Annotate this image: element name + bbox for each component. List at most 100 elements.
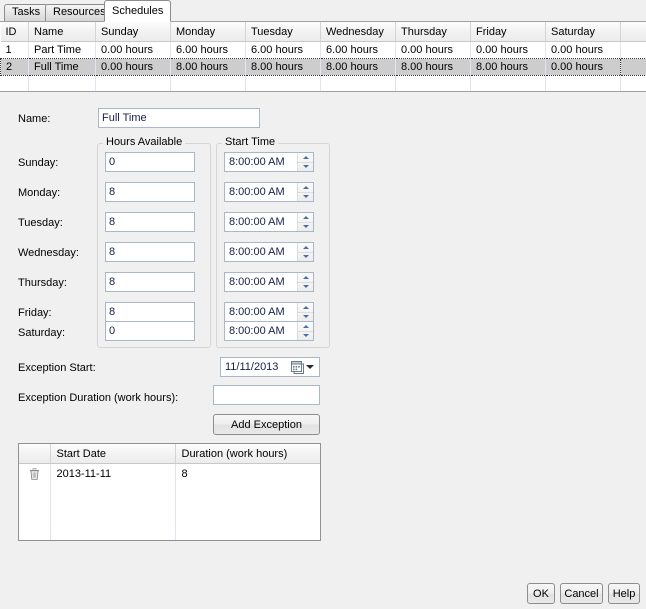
- cell-empty: [320, 75, 396, 91]
- spinner-buttons: [297, 213, 313, 231]
- start-time-spinner-saturday[interactable]: 8:00:00 AM: [224, 321, 314, 341]
- table-row-empty[interactable]: [0, 75, 646, 92]
- spinner-down-icon[interactable]: [298, 223, 313, 232]
- start-time-value-friday: 8:00:00 AM: [229, 306, 285, 318]
- table-row-empty[interactable]: [19, 504, 320, 524]
- cell-empty: [19, 504, 51, 524]
- column-header-saturday[interactable]: Saturday: [545, 22, 621, 42]
- cell-filler: [620, 58, 646, 76]
- start-time-spinner-wednesday[interactable]: 8:00:00 AM: [224, 242, 314, 262]
- cell-empty: [170, 75, 246, 91]
- column-header-sunday[interactable]: Sunday: [95, 22, 171, 42]
- chevron-down-icon[interactable]: [306, 365, 314, 369]
- hours-input-saturday[interactable]: [105, 321, 195, 341]
- spinner-buttons: [297, 303, 313, 321]
- spinner-up-icon[interactable]: [298, 273, 313, 283]
- spinner-down-icon[interactable]: [298, 193, 313, 202]
- spinner-up-icon[interactable]: [298, 303, 313, 313]
- exception-start-datepicker[interactable]: 11/11/2013: [220, 357, 320, 377]
- cell-empty: [545, 75, 621, 91]
- cancel-button[interactable]: Cancel: [560, 583, 603, 604]
- start-time-spinner-sunday[interactable]: 8:00:00 AM: [224, 152, 314, 172]
- tab-schedules-label: Schedules: [112, 5, 164, 17]
- cell-tuesday: 6.00 hours: [245, 41, 321, 59]
- column-header-monday[interactable]: Monday: [170, 22, 246, 42]
- start-time-value-thursday: 8:00:00 AM: [229, 276, 285, 288]
- table-row-empty[interactable]: [19, 524, 320, 540]
- schedules-header-row: ID Name Sunday Monday Tuesday Wednesday …: [0, 22, 646, 42]
- cell-saturday: 0.00 hours: [545, 58, 621, 76]
- ok-button[interactable]: OK: [527, 583, 555, 604]
- column-header-id[interactable]: ID: [0, 22, 29, 42]
- table-row-empty[interactable]: [19, 484, 320, 504]
- spinner-up-icon[interactable]: [298, 243, 313, 253]
- start-time-spinner-thursday[interactable]: 8:00:00 AM: [224, 272, 314, 292]
- cell-name: Full Time: [28, 58, 96, 76]
- cell-empty: [245, 75, 321, 91]
- cell-sunday: 0.00 hours: [95, 41, 171, 59]
- cell-wednesday: 6.00 hours: [320, 41, 396, 59]
- spinner-up-icon[interactable]: [298, 153, 313, 163]
- cell-empty: [95, 75, 171, 91]
- cell-friday: 8.00 hours: [470, 58, 546, 76]
- exceptions-list[interactable]: Start Date Duration (work hours) 2013-11…: [18, 443, 321, 541]
- spinner-down-icon[interactable]: [298, 163, 313, 172]
- spinner-up-icon[interactable]: [298, 213, 313, 223]
- column-header-duration[interactable]: Duration (work hours): [175, 444, 320, 464]
- table-row[interactable]: 2013-11-11 8: [19, 463, 320, 484]
- start-time-value-wednesday: 8:00:00 AM: [229, 246, 285, 258]
- hours-input-friday[interactable]: [105, 302, 195, 322]
- column-header-wednesday[interactable]: Wednesday: [320, 22, 396, 42]
- cell-empty: [50, 524, 176, 540]
- spinner-down-icon[interactable]: [298, 313, 313, 322]
- column-header-tuesday[interactable]: Tuesday: [245, 22, 321, 42]
- table-row[interactable]: 2 Full Time 0.00 hours 8.00 hours 8.00 h…: [0, 58, 646, 76]
- column-header-thursday[interactable]: Thursday: [395, 22, 471, 42]
- spinner-up-icon[interactable]: [298, 183, 313, 193]
- schedules-table: ID Name Sunday Monday Tuesday Wednesday …: [0, 22, 646, 92]
- cell-empty: [28, 75, 96, 91]
- exception-start-value: 11/11/2013: [225, 361, 279, 373]
- cell-friday: 0.00 hours: [470, 41, 546, 59]
- exception-duration-input[interactable]: [213, 385, 320, 405]
- spinner-down-icon[interactable]: [298, 253, 313, 262]
- tab-tasks[interactable]: Tasks: [4, 4, 49, 21]
- cell-empty: [175, 484, 320, 504]
- start-time-spinner-monday[interactable]: 8:00:00 AM: [224, 182, 314, 202]
- table-row[interactable]: 1 Part Time 0.00 hours 6.00 hours 6.00 h…: [0, 41, 646, 59]
- column-header-start-date[interactable]: Start Date: [50, 444, 176, 464]
- calendar-icon: [291, 360, 304, 374]
- trash-icon[interactable]: [29, 468, 40, 480]
- hours-input-monday[interactable]: [105, 182, 195, 202]
- delete-exception-cell[interactable]: [19, 463, 51, 484]
- start-time-value-tuesday: 8:00:00 AM: [229, 216, 285, 228]
- start-time-spinner-friday[interactable]: 8:00:00 AM: [224, 302, 314, 322]
- column-header-friday[interactable]: Friday: [470, 22, 546, 42]
- cell-empty: [621, 76, 646, 92]
- hours-input-wednesday[interactable]: [105, 242, 195, 262]
- column-header-name[interactable]: Name: [28, 22, 96, 42]
- hours-available-title: Hours Available: [103, 136, 186, 148]
- cell-wednesday: 8.00 hours: [320, 58, 396, 76]
- start-time-title: Start Time: [222, 136, 279, 148]
- hours-input-thursday[interactable]: [105, 272, 195, 292]
- exceptions-header-row: Start Date Duration (work hours): [19, 444, 320, 464]
- hours-input-tuesday[interactable]: [105, 212, 195, 232]
- cell-monday: 8.00 hours: [170, 58, 246, 76]
- add-exception-button[interactable]: Add Exception: [213, 414, 320, 435]
- spinner-down-icon[interactable]: [298, 332, 313, 341]
- name-input[interactable]: [98, 108, 260, 128]
- cell-empty: [0, 75, 29, 91]
- tab-schedules[interactable]: Schedules: [104, 0, 172, 22]
- cell-empty: [470, 75, 546, 91]
- start-time-spinner-tuesday[interactable]: 8:00:00 AM: [224, 212, 314, 232]
- spinner-down-icon[interactable]: [298, 283, 313, 292]
- help-button[interactable]: Help: [608, 583, 640, 604]
- cell-empty: [50, 504, 176, 524]
- hours-input-sunday[interactable]: [105, 152, 195, 172]
- cell-empty: [50, 484, 176, 504]
- start-time-value-saturday: 8:00:00 AM: [229, 325, 285, 337]
- schedules-grid[interactable]: ID Name Sunday Monday Tuesday Wednesday …: [0, 21, 646, 92]
- spinner-up-icon[interactable]: [298, 322, 313, 332]
- cell-empty: [19, 484, 51, 504]
